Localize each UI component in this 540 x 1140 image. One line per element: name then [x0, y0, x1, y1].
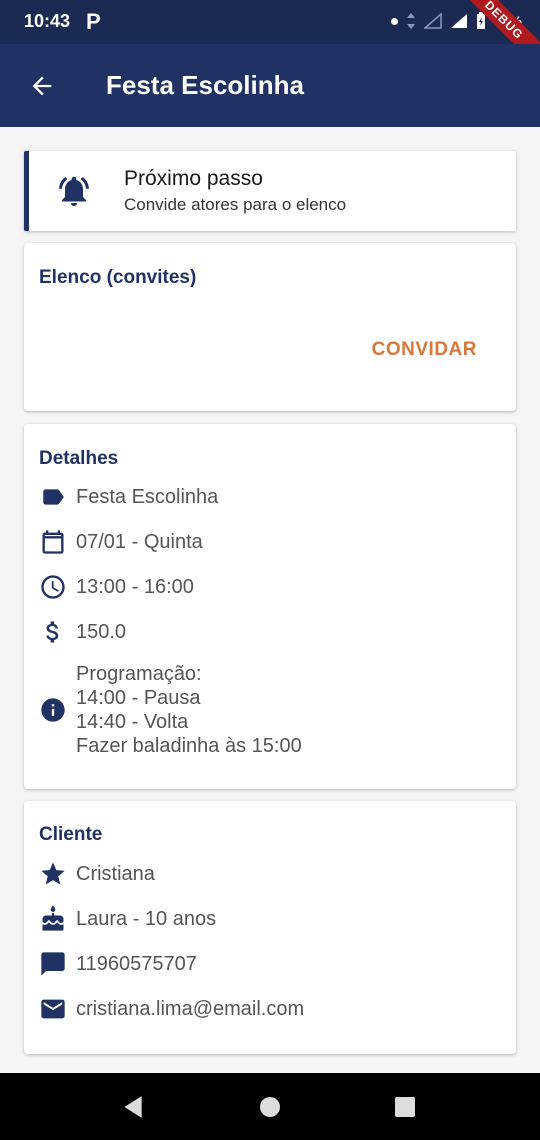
- client-child-row: Laura - 10 anos: [39, 905, 216, 933]
- client-child-text: Laura - 10 anos: [76, 907, 217, 930]
- notification-dot-icon: [390, 17, 398, 25]
- program-line: 14:40 - Volta: [76, 711, 189, 733]
- cast-title: Elenco (convites): [39, 267, 197, 288]
- next-step-texts: Próximo passo Convide atores para o elen…: [124, 167, 346, 215]
- clock-icon: [39, 573, 67, 601]
- client-email-text: cristiana.lima@email.com: [76, 997, 305, 1020]
- star-icon: [39, 860, 67, 888]
- client-email-row[interactable]: cristiana.lima@email.com: [39, 995, 304, 1023]
- client-card: Cliente Cristiana Laura - 10 anos 119605…: [24, 801, 516, 1054]
- client-name-row: Cristiana: [39, 860, 155, 888]
- data-arrows-icon: [406, 13, 415, 29]
- detail-price-text: 150.0: [76, 620, 127, 643]
- bell-icon: [59, 176, 89, 206]
- nav-back-button[interactable]: [119, 1093, 147, 1121]
- program-text: Programação: 14:00 - Pausa 14:40 - Volta…: [76, 662, 302, 758]
- client-phone-row[interactable]: 11960575707: [39, 950, 197, 978]
- signal-empty-icon: [423, 13, 442, 29]
- next-step-subtitle: Convide atores para o elenco: [124, 195, 347, 214]
- details-title: Detalhes: [39, 448, 119, 469]
- arrow-back-icon: [32, 76, 52, 95]
- detail-program: Programação: 14:00 - Pausa 14:40 - Volta…: [39, 662, 302, 758]
- client-phone-text: 11960575707: [76, 952, 197, 975]
- system-nav-bar: [0, 1073, 540, 1140]
- detail-time: 13:00 - 16:00: [39, 573, 194, 601]
- chat-icon: [39, 950, 67, 978]
- program-line: Programação:: [76, 663, 202, 685]
- square-recents-icon: [395, 1097, 415, 1117]
- cast-card: Elenco (convites) CONVIDAR: [24, 243, 516, 411]
- detail-price: 150.0: [39, 618, 126, 646]
- next-step-card: Próximo passo Convide atores para o elen…: [24, 151, 516, 231]
- signal-icon: [450, 14, 467, 28]
- app-notification-icon: P: [86, 9, 101, 34]
- info-icon: [39, 696, 67, 724]
- nav-home-button[interactable]: [256, 1093, 284, 1121]
- dollar-icon: [39, 618, 67, 646]
- detail-date: 07/01 - Quinta: [39, 528, 203, 556]
- status-bar: 10:43 P 75% DEBUG: [0, 0, 540, 77]
- next-step-title: Próximo passo: [124, 167, 263, 190]
- client-name-text: Cristiana: [76, 862, 155, 885]
- program-line: Fazer baladinha às 15:00: [76, 735, 302, 757]
- details-card: Detalhes Festa Escolinha 07/01 - Quinta …: [24, 424, 516, 789]
- app-bar: Festa Escolinha: [0, 44, 540, 127]
- email-icon: [39, 995, 67, 1023]
- nav-recents-button[interactable]: [391, 1093, 419, 1121]
- cake-icon: [39, 905, 67, 933]
- calendar-icon: [39, 528, 67, 556]
- detail-date-text: 07/01 - Quinta: [76, 530, 203, 553]
- label-icon: [39, 483, 67, 511]
- circle-home-icon: [260, 1097, 280, 1117]
- status-time: 10:43: [24, 11, 71, 31]
- back-button[interactable]: [24, 68, 60, 104]
- client-title: Cliente: [39, 824, 103, 845]
- detail-time-text: 13:00 - 16:00: [76, 575, 194, 598]
- program-line: 14:00 - Pausa: [76, 687, 201, 709]
- detail-event-name: Festa Escolinha: [39, 483, 218, 511]
- page-title: Festa Escolinha: [106, 70, 304, 100]
- invite-button[interactable]: CONVIDAR: [372, 339, 477, 361]
- triangle-back-icon: [124, 1096, 142, 1118]
- detail-name-text: Festa Escolinha: [76, 485, 219, 508]
